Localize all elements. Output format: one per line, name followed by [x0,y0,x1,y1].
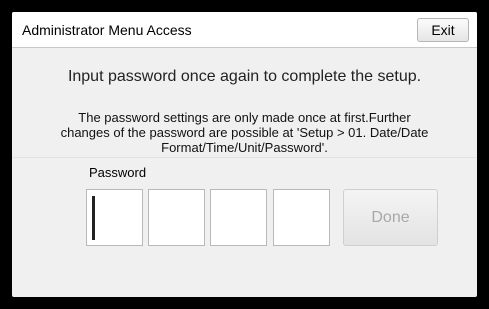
admin-password-dialog: Administrator Menu Access Exit Input pas… [12,12,477,297]
password-digit-4[interactable] [273,189,330,246]
text-cursor [92,196,95,240]
done-button[interactable]: Done [343,189,438,246]
instruction-text: Input password once again to complete th… [67,68,422,85]
password-digit-1[interactable] [86,189,143,246]
divider [12,157,477,158]
page-title: Administrator Menu Access [22,22,192,38]
header-bar: Administrator Menu Access Exit [12,12,477,48]
password-digit-2[interactable] [148,189,205,246]
exit-button[interactable]: Exit [417,18,469,42]
password-note: The password settings are only made once… [60,110,429,155]
password-digit-3[interactable] [210,189,267,246]
password-label: Password [89,165,147,180]
